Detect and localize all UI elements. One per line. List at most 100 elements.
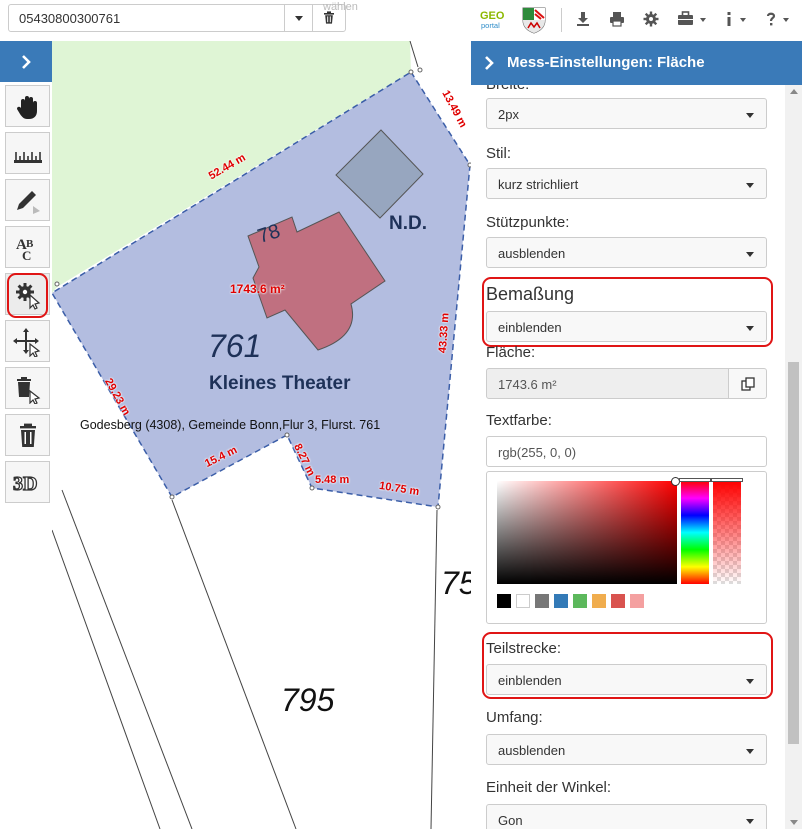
chevron-down-icon xyxy=(746,183,754,188)
svg-text:3D: 3D xyxy=(13,473,37,495)
move-icon xyxy=(13,328,41,357)
pan-tool-button[interactable] xyxy=(5,85,50,127)
stuetzpunkte-label: Stützpunkte: xyxy=(486,214,570,231)
hue-handle[interactable] xyxy=(679,478,711,482)
umfang-value: ausblenden xyxy=(498,743,566,758)
draw-tool-button[interactable] xyxy=(5,179,50,221)
breite-label: Breite: xyxy=(486,85,529,93)
textfarbe-input[interactable]: rgb(255, 0, 0) xyxy=(486,436,767,467)
info-icon xyxy=(727,12,731,26)
teilstrecke-select[interactable]: einblenden xyxy=(486,664,767,695)
briefcase-menu[interactable] xyxy=(677,9,709,29)
measure-tool-button[interactable] xyxy=(5,132,50,174)
trash-icon xyxy=(324,11,334,24)
chevron-down-icon xyxy=(746,749,754,754)
scroll-down-arrow[interactable] xyxy=(790,820,798,825)
color-swatch[interactable] xyxy=(516,594,530,608)
panel-title: Mess-Einstellungen: Fläche xyxy=(507,54,705,71)
bemassung-value: einblenden xyxy=(498,320,562,335)
parcel-75x-label: 75 xyxy=(441,565,472,601)
hand-icon xyxy=(16,96,37,119)
scroll-thumb[interactable] xyxy=(788,362,799,744)
clear-search-button[interactable] xyxy=(312,5,345,31)
3d-icon: 3D xyxy=(13,472,38,495)
color-swatch[interactable] xyxy=(611,594,625,608)
flaeche-label: Fläche: xyxy=(486,344,536,361)
help-menu[interactable] xyxy=(766,9,790,29)
gear-cursor-icon xyxy=(16,283,41,310)
map-canvas[interactable]: N.D. 78 1743.6 m² 761 Kleines Theater Go… xyxy=(52,41,472,829)
chevron-down-icon xyxy=(295,16,303,21)
expand-toolbar-button[interactable] xyxy=(0,41,52,82)
ruler-icon xyxy=(14,152,42,163)
chevron-down-icon xyxy=(783,18,789,22)
hue-slider[interactable] xyxy=(681,481,709,584)
color-swatch[interactable] xyxy=(630,594,644,608)
svg-text:portal: portal xyxy=(481,21,500,30)
scroll-up-arrow[interactable] xyxy=(790,89,798,94)
text-tool-button[interactable]: A B C xyxy=(5,226,50,268)
measure-settings-panel: Mess-Einstellungen: Fläche Breite: 2px S… xyxy=(471,41,802,829)
textfarbe-label: Textfarbe: xyxy=(486,412,552,429)
teilstrecke-value: einblenden xyxy=(498,673,562,688)
umfang-select[interactable]: ausblenden xyxy=(486,734,767,765)
abc-icon: A B C xyxy=(16,237,34,263)
area-label: 1743.6 m² xyxy=(230,282,285,296)
pencil-icon xyxy=(17,191,40,214)
map-svg xyxy=(52,41,472,829)
delete-all-button[interactable] xyxy=(5,414,50,456)
color-swatch[interactable] xyxy=(592,594,606,608)
color-swatch[interactable] xyxy=(573,594,587,608)
color-picker xyxy=(486,471,767,624)
top-bar: wählen GEO portal xyxy=(0,0,802,41)
stil-label: Stil: xyxy=(486,145,512,162)
textfarbe-value: rgb(255, 0, 0) xyxy=(498,445,577,460)
geoportal-logo[interactable]: GEO portal xyxy=(479,8,509,30)
search-input[interactable] xyxy=(9,5,285,31)
move-tool-button[interactable] xyxy=(5,320,50,362)
stuetzpunkte-value: ausblenden xyxy=(498,246,566,261)
panel-scrollbar[interactable] xyxy=(785,85,802,829)
download-icon[interactable] xyxy=(575,9,591,29)
gear-icon[interactable] xyxy=(643,9,659,29)
briefcase-icon xyxy=(678,11,693,25)
saturation-area[interactable] xyxy=(497,481,677,584)
color-swatch[interactable] xyxy=(554,594,568,608)
chevron-right-icon[interactable] xyxy=(484,56,494,70)
winkel-select[interactable]: Gon xyxy=(486,804,767,829)
print-icon[interactable] xyxy=(609,9,625,29)
toolbar-divider xyxy=(561,8,562,32)
parcel-795-label: 795 xyxy=(281,682,335,718)
chevron-down-icon xyxy=(746,252,754,257)
color-swatch[interactable] xyxy=(497,594,511,608)
search-box: wählen xyxy=(8,1,358,32)
teilstrecke-label: Teilstrecke: xyxy=(486,640,562,657)
stil-value: kurz strichliert xyxy=(498,177,579,192)
3d-view-button[interactable]: 3D xyxy=(5,461,50,503)
panel-header: Mess-Einstellungen: Fläche xyxy=(471,41,802,85)
copy-icon xyxy=(741,377,755,391)
bemassung-select[interactable]: einblenden xyxy=(486,311,767,342)
alpha-slider[interactable] xyxy=(713,481,741,584)
panel-body: Breite: 2px Stil: kurz strichliert Stütz… xyxy=(471,85,785,829)
chevron-down-icon xyxy=(746,679,754,684)
copy-area-button[interactable] xyxy=(728,368,767,399)
measure-settings-button[interactable] xyxy=(5,273,50,315)
color-swatch[interactable] xyxy=(535,594,549,608)
chevron-down-icon xyxy=(740,18,746,22)
delete-select-tool-button[interactable] xyxy=(5,367,50,409)
info-menu[interactable] xyxy=(725,9,749,29)
chevron-down-icon xyxy=(700,18,706,22)
search-dropdown-button[interactable] xyxy=(284,5,313,31)
chevron-down-icon xyxy=(746,326,754,331)
chevron-down-icon xyxy=(746,113,754,118)
flaeche-field[interactable]: 1743.6 m² xyxy=(486,368,729,399)
flaeche-value: 1743.6 m² xyxy=(498,377,557,392)
trash-cursor-icon xyxy=(17,377,41,404)
stuetzpunkte-select[interactable]: ausblenden xyxy=(486,237,767,268)
breite-select[interactable]: 2px xyxy=(486,98,767,129)
breite-value: 2px xyxy=(498,107,519,122)
help-icon xyxy=(766,12,776,26)
alpha-handle[interactable] xyxy=(711,478,743,482)
stil-select[interactable]: kurz strichliert xyxy=(486,168,767,199)
